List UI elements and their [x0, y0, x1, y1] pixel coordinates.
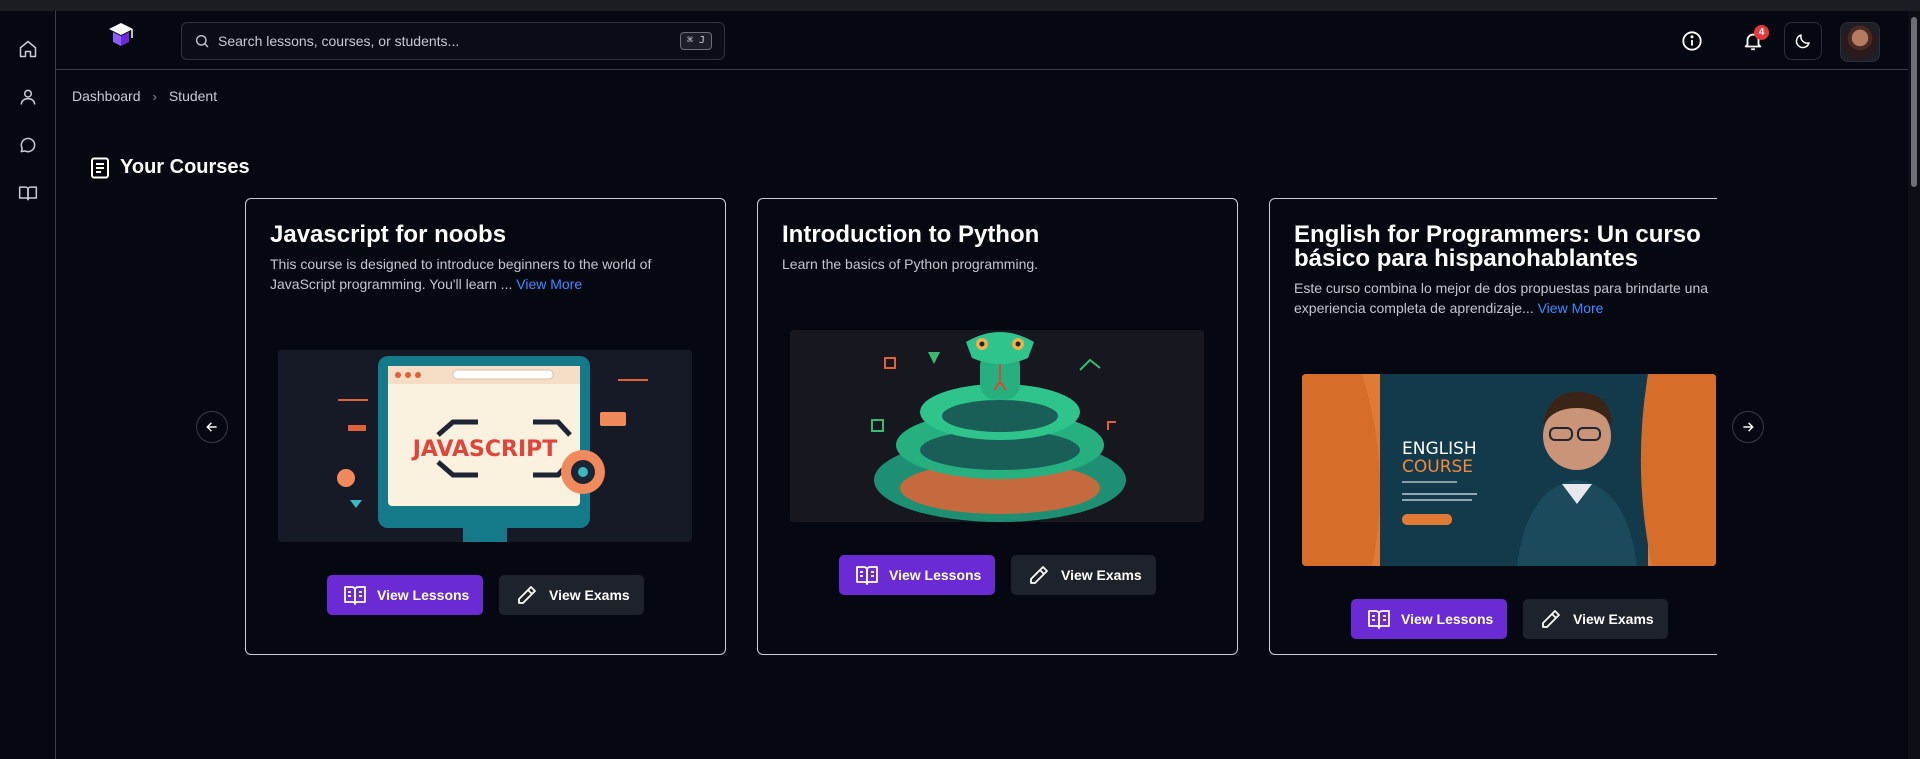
breadcrumb: Dashboard › Student: [72, 88, 217, 104]
arrow-left-icon: [206, 422, 217, 432]
browser-tab-strip: [0, 0, 1920, 11]
course-thumbnail: [790, 330, 1204, 522]
graduation-cap-logo-icon: [109, 23, 133, 46]
course-thumbnail: ENGLISH COURSE: [1302, 374, 1716, 566]
course-title: Introduction to Python: [782, 221, 1040, 248]
view-exams-label: View Exams: [1061, 567, 1142, 583]
pencil-icon: [518, 586, 536, 604]
scrollbar-thumb[interactable]: [1911, 17, 1917, 187]
pencil-icon: [1542, 610, 1560, 628]
course-description-text: This course is designed to introduce beg…: [270, 256, 652, 292]
chat-icon: [20, 137, 36, 153]
pencil-icon: [1030, 566, 1048, 584]
notification-count-badge: 4: [1754, 25, 1769, 40]
notifications-button[interactable]: 4: [1736, 24, 1770, 58]
carousel-prev-button[interactable]: [196, 411, 228, 443]
sidebar-chat-button[interactable]: [14, 131, 42, 159]
view-exams-button[interactable]: View Exams: [1011, 555, 1156, 595]
open-book-icon: [344, 586, 366, 605]
sidebar: [0, 11, 56, 759]
course-image-text: COURSE: [1402, 457, 1473, 477]
python-snake-illustration: [790, 330, 1204, 522]
chevron-right-icon: ›: [152, 88, 157, 104]
javascript-image-text: JAVASCRIPT: [411, 437, 558, 462]
view-lessons-button[interactable]: View Lessons: [1351, 599, 1507, 639]
view-lessons-label: View Lessons: [377, 587, 470, 603]
open-book-icon: [1368, 610, 1390, 629]
english-image-text: ENGLISH: [1402, 439, 1477, 459]
carousel-next-button[interactable]: [1732, 411, 1764, 443]
theme-toggle-button[interactable]: [1784, 22, 1822, 60]
book-icon: [18, 186, 38, 201]
course-thumbnail: JAVASCRIPT: [278, 350, 692, 542]
avatar-image: [1843, 25, 1877, 59]
sidebar-user-button[interactable]: [14, 83, 42, 111]
top-bar: Search lessons, courses, or students... …: [56, 11, 1908, 70]
course-card-english: English for Programmers: Un curso básico…: [1269, 198, 1717, 655]
sidebar-courses-button[interactable]: [14, 179, 42, 207]
course-title: Javascript for noobs: [270, 221, 507, 248]
search-icon: [196, 35, 209, 48]
open-book-icon: [856, 566, 878, 585]
course-description: Learn the basics of Python programming.: [782, 256, 1039, 272]
course-description: Este curso combina lo mejor de dos propu…: [1294, 278, 1717, 318]
sidebar-home-button[interactable]: [14, 35, 42, 63]
user-icon: [20, 89, 36, 105]
app-logo[interactable]: [106, 20, 136, 50]
user-avatar[interactable]: [1840, 22, 1880, 62]
moon-icon: [1795, 34, 1810, 49]
view-lessons-button[interactable]: View Lessons: [327, 575, 483, 615]
arrow-right-icon: [1743, 422, 1754, 432]
home-icon: [19, 40, 37, 58]
course-carousel: Javascript for noobs This course is desi…: [245, 198, 1717, 656]
search-placeholder: Search lessons, courses, or students...: [218, 33, 460, 49]
course-description-text: Este curso combina lo mejor de dos propu…: [1294, 280, 1709, 316]
javascript-illustration: JAVASCRIPT: [278, 350, 692, 542]
view-lessons-label: View Lessons: [1401, 611, 1494, 627]
info-icon: [1682, 31, 1702, 51]
view-lessons-label: View Lessons: [889, 567, 982, 583]
view-more-link[interactable]: View More: [1538, 300, 1604, 316]
info-button[interactable]: [1675, 24, 1709, 58]
view-exams-label: View Exams: [549, 587, 630, 603]
english-course-illustration: ENGLISH COURSE: [1302, 374, 1716, 566]
search-bar[interactable]: Search lessons, courses, or students... …: [181, 22, 725, 60]
view-more-link[interactable]: View More: [516, 276, 582, 292]
section-title-text: Your Courses: [120, 156, 250, 178]
vertical-scrollbar[interactable]: [1908, 11, 1920, 759]
section-title: Your Courses: [90, 156, 250, 179]
view-exams-label: View Exams: [1573, 611, 1654, 627]
course-title: English for Programmers: Un curso básico…: [1294, 221, 1701, 272]
course-card-javascript: Javascript for noobs This course is desi…: [245, 198, 726, 655]
breadcrumb-dashboard[interactable]: Dashboard: [72, 88, 141, 104]
document-icon: [91, 157, 109, 178]
course-card-python: Introduction to Python Learn the basics …: [757, 198, 1238, 655]
view-lessons-button[interactable]: View Lessons: [839, 555, 995, 595]
breadcrumb-student: Student: [168, 88, 218, 104]
view-exams-button[interactable]: View Exams: [499, 575, 644, 615]
search-shortcut-hint: ⌘ J: [679, 32, 712, 50]
course-description: This course is designed to introduce beg…: [270, 254, 710, 294]
view-exams-button[interactable]: View Exams: [1523, 599, 1668, 639]
